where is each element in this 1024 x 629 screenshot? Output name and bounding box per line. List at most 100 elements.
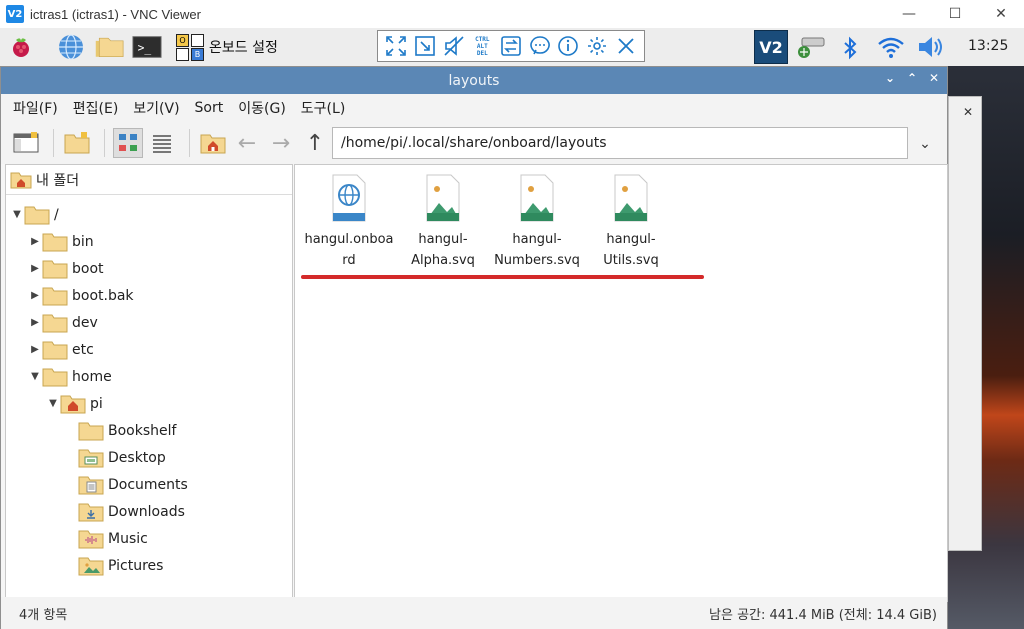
tree-item-label: / (54, 206, 59, 223)
home-icon (10, 172, 32, 188)
window-close-icon[interactable]: ✕ (929, 71, 939, 85)
file-item-onboard[interactable]: hangul.onboa rd (303, 173, 395, 271)
new-tab-folder-icon[interactable] (62, 128, 92, 158)
file-item-alpha[interactable]: hangul- Alpha.svq (397, 173, 489, 271)
chat-icon[interactable] (528, 34, 552, 58)
volume-icon[interactable] (916, 34, 946, 64)
tree-item-root[interactable]: ▼ / (10, 201, 59, 228)
wifi-icon[interactable] (876, 34, 906, 64)
tree-item-label: Bookshelf (108, 422, 177, 439)
browser-globe-icon[interactable] (56, 32, 86, 62)
collapsed-arrow-icon[interactable]: ▶ (28, 263, 42, 274)
background-dialog-close-icon[interactable]: ✕ (963, 105, 973, 119)
tree-item-bookshelf[interactable]: Bookshelf (78, 417, 176, 444)
tree-item-etc[interactable]: ▶ etc (28, 336, 94, 363)
background-dialog: ✕ (948, 96, 982, 551)
tree-item-label: Downloads (108, 503, 185, 520)
file-manager-window: layouts ⌄ ⌃ ✕ 파일(F) 편집(E) 보기(V) Sort 이동(… (0, 66, 948, 629)
scale-icon[interactable] (413, 34, 437, 58)
toolbar-separator (53, 129, 54, 157)
window-maximize-icon[interactable]: ⌃ (907, 71, 917, 85)
onboard-file-icon (332, 174, 366, 222)
close-icon[interactable]: ✕ (978, 2, 1024, 26)
onboard-settings[interactable]: O B 온보드 설정 (176, 33, 278, 61)
icon-view-icon[interactable] (113, 128, 143, 158)
tree-item-label: Music (108, 530, 148, 547)
tree-item-pi[interactable]: ▼ pi (46, 390, 103, 417)
bluetooth-icon[interactable] (840, 36, 860, 66)
svg-text:>_: >_ (138, 42, 152, 55)
menu-tools[interactable]: 도구(L) (301, 98, 345, 118)
collapsed-arrow-icon[interactable]: ▶ (28, 317, 42, 328)
expanded-arrow-icon[interactable]: ▼ (28, 371, 42, 382)
vnc-logo-icon: V2 (6, 5, 24, 23)
maximize-icon[interactable]: ☐ (932, 2, 978, 26)
menu-go[interactable]: 이동(G) (238, 98, 286, 118)
fullscreen-icon[interactable] (384, 34, 408, 58)
raspberry-menu-icon[interactable] (6, 32, 36, 62)
onboard-key-o: O (176, 33, 189, 47)
minimize-icon[interactable]: — (886, 2, 932, 26)
new-window-icon[interactable] (11, 128, 41, 158)
path-input[interactable] (332, 127, 908, 159)
file-manager-icon[interactable] (94, 32, 124, 62)
menu-sort[interactable]: Sort (195, 100, 224, 116)
file-name: hangul.onboa rd (304, 232, 394, 268)
pictures-folder-icon (78, 557, 104, 575)
info-icon[interactable] (556, 34, 580, 58)
network-drive-icon[interactable] (794, 34, 828, 64)
transfer-icon[interactable] (499, 34, 523, 58)
menu-view[interactable]: 보기(V) (133, 98, 179, 118)
tree-item-home[interactable]: ▼ home (28, 363, 112, 390)
back-arrow-icon[interactable]: ← (232, 128, 262, 158)
ctrl-alt-del-icon[interactable]: CTRL ALT DEL (470, 34, 494, 58)
side-pane-header[interactable]: 내 폴더 (6, 165, 292, 195)
folder-icon (42, 287, 68, 305)
annotation-underline (301, 275, 704, 279)
folder-icon (42, 233, 68, 251)
collapsed-arrow-icon[interactable]: ▶ (28, 236, 42, 247)
terminal-icon[interactable]: >_ (132, 32, 162, 62)
free-space: 남은 공간: 441.4 MiB (전체: 14.4 GiB) (709, 607, 937, 623)
vnc-server-icon[interactable]: V2 (754, 30, 788, 64)
tree-item-boot[interactable]: ▶ boot (28, 255, 104, 282)
tree-item-dev[interactable]: ▶ dev (28, 309, 98, 336)
menu-file[interactable]: 파일(F) (13, 98, 58, 118)
menu-edit[interactable]: 편집(E) (73, 98, 119, 118)
file-item-numbers[interactable]: hangul- Numbers.svq (491, 173, 583, 271)
tree-item-label: Pictures (108, 557, 164, 574)
window-minimize-icon[interactable]: ⌄ (885, 71, 895, 85)
folder-icon (24, 206, 50, 224)
tree-item-downloads[interactable]: Downloads (78, 498, 185, 525)
tree-item-documents[interactable]: Documents (78, 471, 188, 498)
tree-item-bin[interactable]: ▶ bin (28, 228, 94, 255)
clock: 13:25 (968, 38, 1009, 54)
collapsed-arrow-icon[interactable]: ▶ (28, 344, 42, 355)
side-header-label: 내 폴더 (36, 172, 80, 189)
file-name: hangul- Alpha.svq (411, 232, 475, 268)
forward-arrow-icon[interactable]: → (266, 128, 296, 158)
tree-item-music[interactable]: Music (78, 525, 148, 552)
file-item-utils[interactable]: hangul- Utils.svq (585, 173, 677, 271)
home-folder-icon[interactable] (198, 128, 228, 158)
tree-item-boot-bak[interactable]: ▶ boot.bak (28, 282, 134, 309)
tree-item-pictures[interactable]: Pictures (78, 552, 163, 579)
settings-icon[interactable] (585, 34, 609, 58)
path-history-dropdown-icon[interactable]: ⌄ (913, 132, 937, 156)
collapsed-arrow-icon[interactable]: ▶ (28, 290, 42, 301)
file-name: hangul- Utils.svq (603, 232, 659, 268)
home-folder-icon (60, 395, 86, 413)
expanded-arrow-icon[interactable]: ▼ (10, 209, 24, 220)
image-file-icon (614, 174, 648, 222)
up-arrow-icon[interactable]: ↑ (300, 128, 330, 158)
expanded-arrow-icon[interactable]: ▼ (46, 398, 60, 409)
tree-item-label: boot (72, 260, 104, 277)
tree-item-desktop[interactable]: Desktop (78, 444, 166, 471)
folder-icon (42, 368, 68, 386)
toolbar-close-icon[interactable] (614, 34, 638, 58)
list-view-icon[interactable] (147, 128, 177, 158)
file-name: hangul- Numbers.svq (494, 232, 580, 268)
mute-icon[interactable] (442, 34, 466, 58)
onboard-key-b: B (191, 47, 204, 61)
image-file-icon (426, 174, 460, 222)
